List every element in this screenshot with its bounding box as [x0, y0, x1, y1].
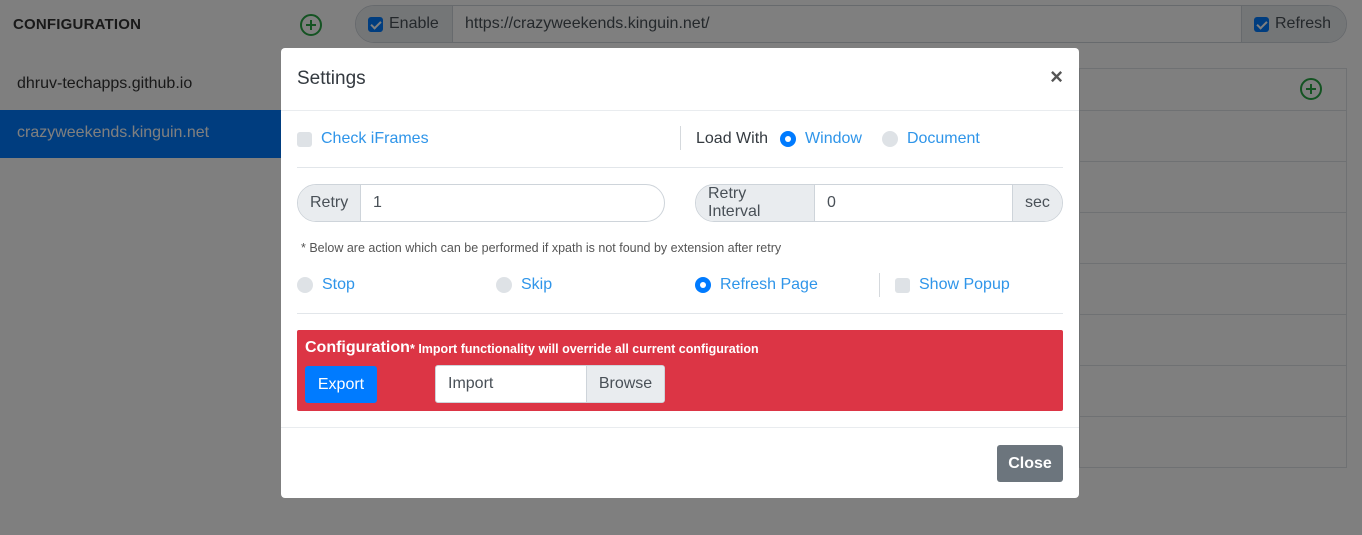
- browse-button[interactable]: Browse: [586, 366, 664, 402]
- show-popup-checkbox[interactable]: [895, 277, 910, 293]
- retry-interval-label: Retry Interval: [696, 185, 815, 221]
- configuration-panel: Configuration * Import functionality wil…: [297, 330, 1063, 411]
- retry-input[interactable]: 1: [361, 185, 664, 221]
- close-icon[interactable]: ×: [1050, 64, 1063, 90]
- modal-footer: Close: [281, 427, 1079, 498]
- modal-header: Settings ×: [281, 48, 1079, 111]
- modal-title: Settings: [297, 68, 366, 89]
- retry-label: Retry: [298, 185, 361, 221]
- show-popup-label: Show Popup: [919, 276, 1010, 293]
- load-with-window-label[interactable]: Window: [805, 130, 862, 148]
- action-refresh-page-option[interactable]: Refresh Page: [695, 276, 818, 294]
- action-stop-option[interactable]: Stop: [297, 276, 355, 294]
- check-iframes-option[interactable]: Check iFrames: [297, 130, 429, 148]
- configuration-title: Configuration: [305, 339, 410, 356]
- action-skip-option[interactable]: Skip: [496, 276, 552, 294]
- check-iframes-label: Check iFrames: [321, 130, 429, 147]
- divider: [297, 167, 1063, 168]
- close-button[interactable]: Close: [997, 445, 1063, 482]
- action-refresh-page-label[interactable]: Refresh Page: [720, 276, 818, 294]
- load-with-label: Load With: [696, 130, 769, 147]
- retry-interval-unit: sec: [1012, 185, 1062, 221]
- divider: [297, 313, 1063, 314]
- check-iframes-checkbox[interactable]: [297, 131, 312, 147]
- settings-modal: Settings × Check iFrames Load With Windo…: [281, 48, 1079, 498]
- divider: [680, 126, 681, 150]
- retry-note: * Below are action which can be performe…: [301, 241, 782, 255]
- retry-interval-group: Retry Interval 0 sec: [695, 184, 1063, 222]
- action-stop-label[interactable]: Stop: [322, 276, 355, 294]
- action-stop-radio[interactable]: [297, 277, 313, 293]
- import-file-label[interactable]: Import: [436, 366, 586, 402]
- export-button[interactable]: Export: [305, 366, 377, 403]
- action-refresh-page-radio[interactable]: [695, 277, 711, 293]
- retry-group: Retry 1: [297, 184, 665, 222]
- load-with-group: Load With Window Document: [696, 130, 980, 148]
- show-popup-option[interactable]: Show Popup: [895, 276, 1010, 294]
- import-file-input[interactable]: Import Browse: [435, 365, 665, 403]
- divider: [879, 273, 880, 297]
- action-skip-label[interactable]: Skip: [521, 276, 552, 294]
- action-skip-radio[interactable]: [496, 277, 512, 293]
- load-with-document-radio[interactable]: [881, 131, 898, 147]
- configuration-warning: * Import functionality will override all…: [410, 342, 759, 356]
- retry-interval-input[interactable]: 0: [815, 185, 1012, 221]
- load-with-window-radio[interactable]: [780, 131, 797, 147]
- load-with-document-label[interactable]: Document: [907, 130, 980, 148]
